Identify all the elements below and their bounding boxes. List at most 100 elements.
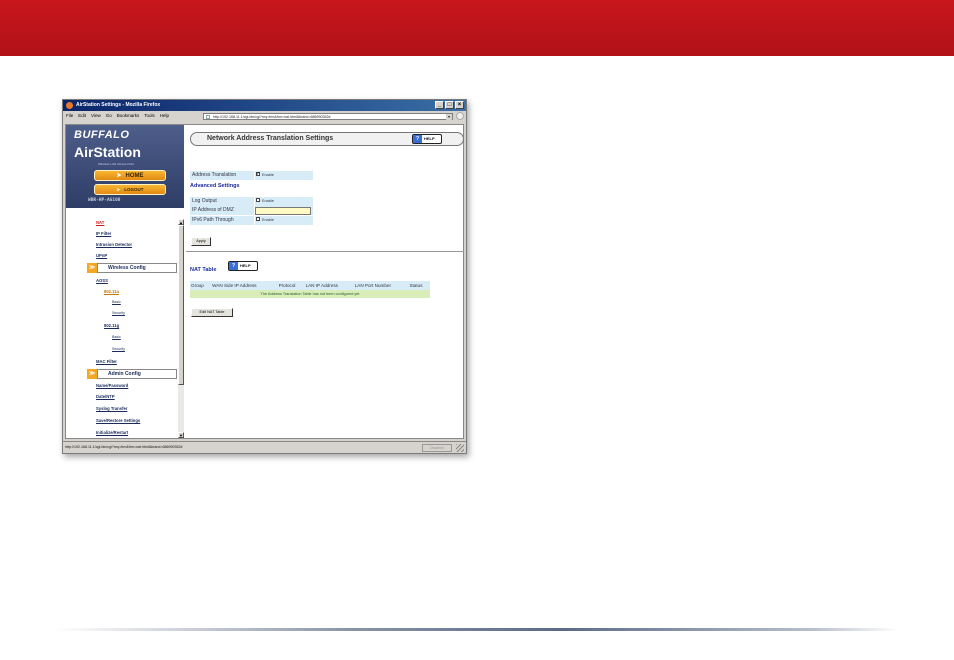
- help-icon: ?: [229, 262, 238, 270]
- arrow-icon: ➤: [116, 187, 121, 192]
- sidebar-link-ip-filter[interactable]: IP Filter: [96, 231, 111, 236]
- dmz-value: [255, 206, 313, 215]
- slide-header-band: [0, 0, 954, 56]
- nat-help-button[interactable]: ? HELP: [228, 261, 258, 271]
- slide-footer-rule: [55, 628, 899, 631]
- address-dropdown-icon[interactable]: ▾: [446, 114, 452, 120]
- sidebar-link-80211a[interactable]: 802.11a: [104, 289, 119, 294]
- sidebar-link-a-security[interactable]: Security: [112, 311, 125, 315]
- logout-button[interactable]: ➤ LOGOUT: [94, 184, 166, 195]
- log-output-value: Enable: [255, 197, 313, 206]
- menu-tools[interactable]: Tools: [144, 111, 155, 121]
- section-badge-icon: ≫: [87, 263, 97, 273]
- table-row: The Address Translation Table has not be…: [190, 290, 430, 298]
- nat-table-title: NAT Table: [190, 267, 217, 273]
- go-icon[interactable]: [456, 112, 464, 120]
- edit-nat-table-button[interactable]: Edit NAT Table: [191, 308, 233, 317]
- nat-table: Group WAN Side IP Address Protocol LAN I…: [190, 281, 430, 298]
- sidebar-link-g-security[interactable]: Security: [112, 347, 125, 351]
- page-icon: [206, 115, 210, 119]
- help-icon: ?: [413, 135, 422, 143]
- close-button[interactable]: ×: [455, 101, 464, 109]
- help-label: HELP: [424, 136, 435, 141]
- ipv6-value: Enable: [255, 216, 313, 225]
- sidebar-link-nat[interactable]: NAT: [96, 220, 104, 225]
- col-group: Group: [190, 281, 212, 290]
- menu-view[interactable]: View: [91, 111, 101, 121]
- section-admin-config[interactable]: ≫ Admin Config: [87, 369, 177, 379]
- model-label: WBR-HP-AG108: [88, 198, 121, 203]
- col-lan-port: LAN Port Number: [353, 281, 409, 290]
- product-subtitle: Wireless LAN Access Point: [98, 162, 135, 166]
- sidebar-link-intrusion-detector[interactable]: Intrusion Detector: [96, 242, 132, 247]
- log-output-checkbox[interactable]: [256, 198, 260, 202]
- sidebar-link-mac-filter[interactable]: MAC Filter: [96, 359, 117, 364]
- page-viewport: BUFFALO AirStation Wireless LAN Access P…: [65, 124, 464, 439]
- section-wireless-config[interactable]: ≫ Wireless Config: [87, 263, 177, 273]
- dmz-input[interactable]: [255, 207, 311, 215]
- table-empty-message: The Address Translation Table has not be…: [190, 290, 430, 298]
- window-title: AirStation Settings - Mozilla Firefox: [76, 102, 161, 108]
- col-status: Status: [408, 281, 430, 290]
- scroll-thumb[interactable]: [178, 225, 184, 385]
- sidebar-link-80211g[interactable]: 802.11g: [104, 323, 119, 328]
- resize-grip-icon[interactable]: [456, 444, 464, 452]
- sidebar-link-date-ntp[interactable]: Date/NTP: [96, 394, 115, 399]
- enable-label: Enable: [262, 218, 274, 222]
- home-button[interactable]: ➤ HOME: [94, 170, 166, 181]
- product-name: AirStation: [74, 144, 141, 160]
- sidebar-scrollbar[interactable]: ▲ ▼: [178, 219, 184, 438]
- apply-button[interactable]: Apply: [191, 237, 211, 246]
- address-translation-value: Enable: [255, 170, 313, 180]
- sidebar-link-upnp[interactable]: UPnP: [96, 253, 107, 258]
- sidebar-link-a-basic[interactable]: Basic: [112, 300, 121, 304]
- section-wireless-label: Wireless Config: [108, 265, 146, 271]
- sidebar-link-aoss[interactable]: AOSS: [96, 278, 108, 283]
- sidebar-link-name-password[interactable]: Name/Password: [96, 383, 128, 388]
- maximize-button[interactable]: □: [445, 101, 454, 109]
- sidebar-link-initialize-restart[interactable]: Initialize/Restart: [96, 430, 128, 435]
- enable-label: Enable: [262, 173, 274, 177]
- section-badge-icon: ≫: [87, 369, 97, 379]
- divider: [186, 251, 464, 252]
- table-header-row: Group WAN Side IP Address Protocol LAN I…: [190, 281, 430, 290]
- status-bar: http://192.168.11.1/cgi-bin/cgi?req=frm&…: [63, 441, 466, 453]
- arrow-icon: ➤: [116, 173, 122, 179]
- col-wan-ip: WAN Side IP Address: [211, 281, 278, 290]
- menu-file[interactable]: File: [66, 111, 73, 121]
- brand-logo: BUFFALO: [74, 129, 130, 141]
- minimize-button[interactable]: _: [435, 101, 444, 109]
- section-admin-label: Admin Config: [108, 371, 141, 377]
- logo-panel: BUFFALO AirStation Wireless LAN Access P…: [66, 125, 184, 208]
- browser-window: AirStation Settings - Mozilla Firefox _ …: [62, 99, 467, 454]
- help-label: HELP: [240, 263, 251, 268]
- sidebar: BUFFALO AirStation Wireless LAN Access P…: [66, 125, 184, 438]
- menu-go[interactable]: Go: [106, 111, 112, 121]
- scroll-down-icon[interactable]: ▼: [178, 432, 184, 438]
- menu-help[interactable]: Help: [160, 111, 169, 121]
- col-protocol: Protocol: [277, 281, 305, 290]
- status-url: http://192.168.11.1/cgi-bin/cgi?req=frm&…: [65, 445, 183, 449]
- sidebar-link-g-basic[interactable]: Basic: [112, 335, 121, 339]
- help-button[interactable]: ? HELP: [412, 134, 442, 144]
- enable-label: Enable: [262, 199, 274, 203]
- home-label: HOME: [125, 173, 144, 179]
- menu-edit[interactable]: Edit: [78, 111, 86, 121]
- address-translation-label: Address Translation: [190, 171, 254, 180]
- log-output-label: Log Output: [190, 197, 254, 206]
- main-panel: Network Address Translation Settings ? HE…: [186, 125, 464, 438]
- sidebar-link-syslog-transfer[interactable]: Syslog Transfer: [96, 406, 127, 411]
- ipv6-checkbox[interactable]: [256, 217, 260, 221]
- status-disabled-indicator: Disabled: [422, 444, 452, 452]
- sidebar-link-save-restore[interactable]: Save/Restore Settings: [96, 418, 140, 423]
- logout-label: LOGOUT: [124, 187, 144, 192]
- col-lan-ip: LAN IP Address: [304, 281, 354, 290]
- ipv6-label: IPv6 Path Through: [190, 216, 254, 225]
- advanced-settings-heading: Advanced Settings: [190, 183, 240, 189]
- menu-bookmarks[interactable]: Bookmarks: [117, 111, 140, 121]
- window-titlebar: AirStation Settings - Mozilla Firefox _ …: [63, 100, 466, 111]
- address-text: http://192.168.11.1/cgi-bin/cgi?req=frm&…: [213, 115, 331, 119]
- address-translation-checkbox[interactable]: [256, 170, 260, 179]
- firefox-icon: [66, 102, 73, 109]
- address-bar[interactable]: http://192.168.11.1/cgi-bin/cgi?req=frm&…: [203, 113, 453, 120]
